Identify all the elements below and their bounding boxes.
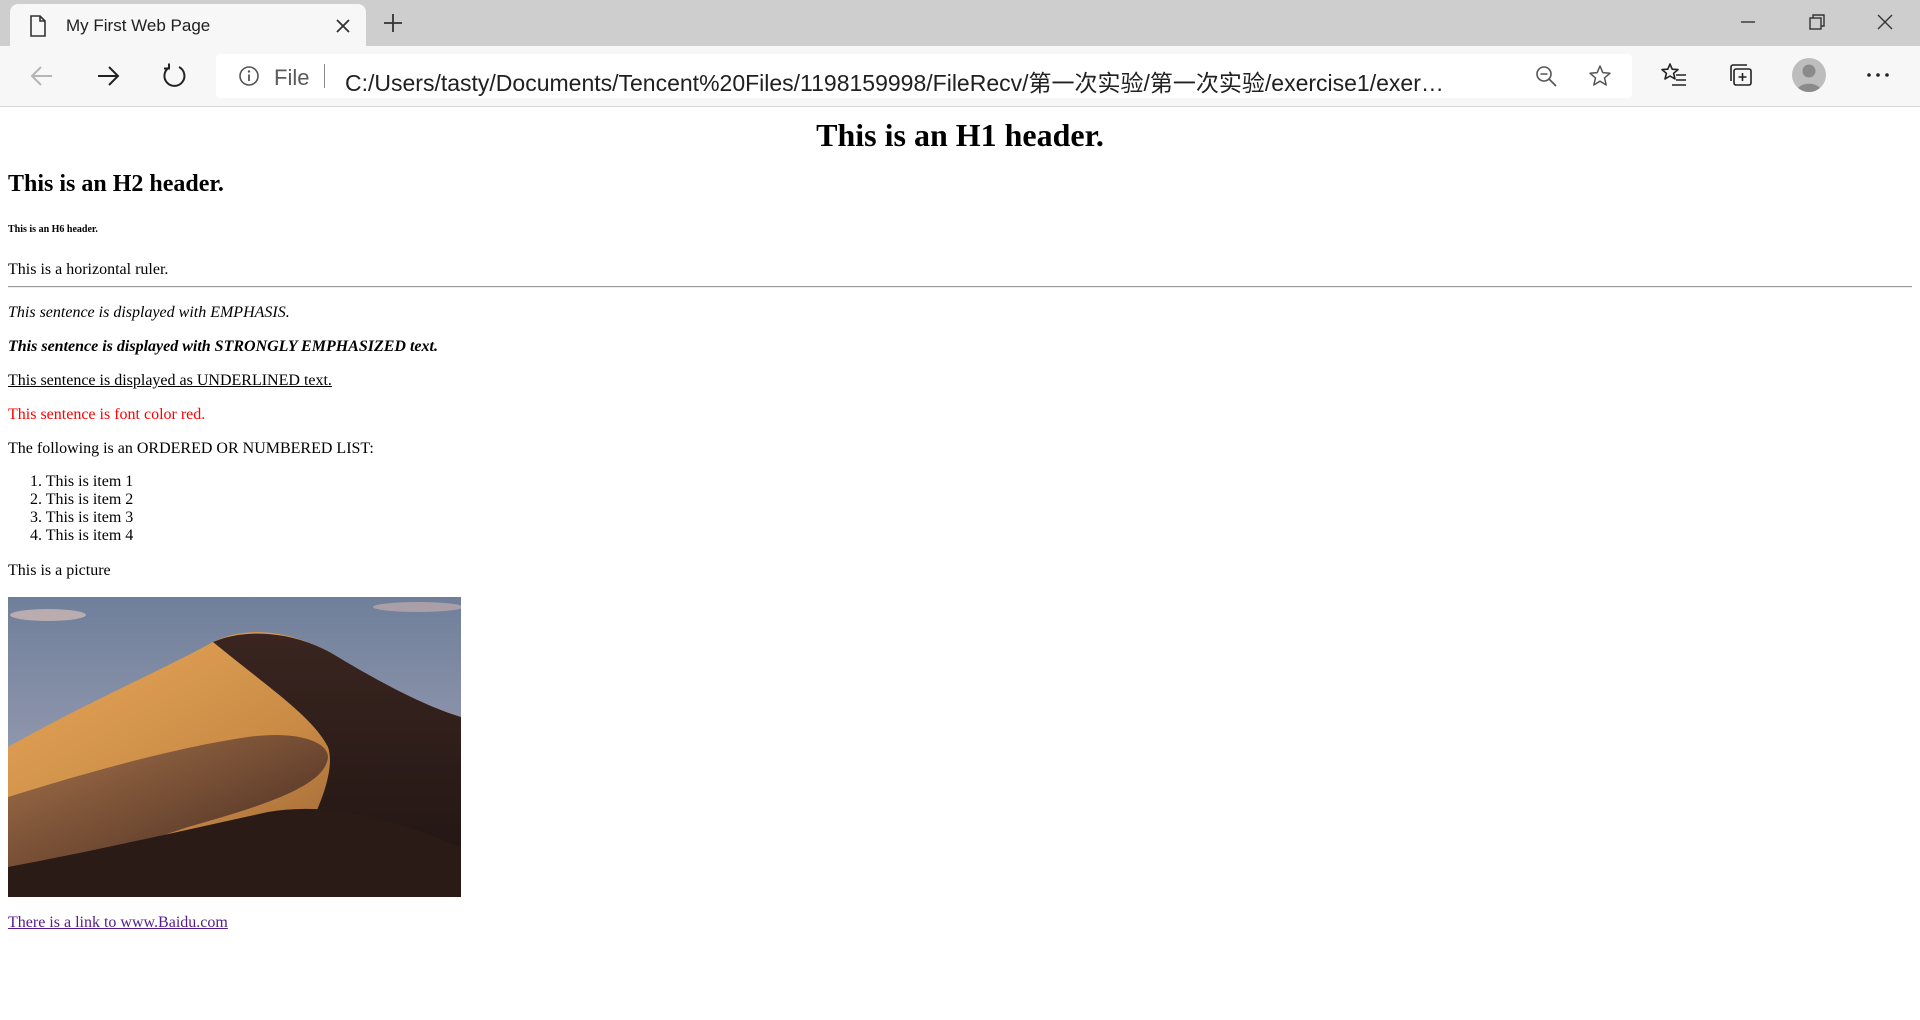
collections-icon[interactable] xyxy=(1727,61,1755,89)
address-bar[interactable]: File C:/Users/tasty/Documents/Tencent%20… xyxy=(216,54,1632,98)
window-close-icon[interactable] xyxy=(1873,10,1897,34)
minimize-icon[interactable] xyxy=(1736,10,1760,34)
plus-icon[interactable] xyxy=(382,12,404,34)
heading-h6: This is an H6 header. xyxy=(8,224,98,235)
tab-title: My First Web Page xyxy=(66,16,211,35)
browser-toolbar: File C:/Users/tasty/Documents/Tencent%20… xyxy=(0,46,1920,107)
tab-strip: My First Web Page xyxy=(0,0,1920,46)
zoom-out-icon[interactable] xyxy=(1534,64,1558,88)
back-arrow-icon[interactable] xyxy=(28,62,56,90)
profile-icon xyxy=(1796,64,1822,92)
desert-dune-image xyxy=(8,597,461,897)
list-item: 4. This is item 4 xyxy=(30,527,134,544)
list-intro: The following is an ORDERED OR NUMBERED … xyxy=(8,440,374,457)
forward-arrow-icon[interactable] xyxy=(94,62,122,90)
address-divider xyxy=(324,64,325,88)
list-item: 2. This is item 2 xyxy=(30,491,134,508)
close-icon[interactable] xyxy=(334,17,352,35)
heading-h2: This is an H2 header. xyxy=(8,171,224,197)
page-content: This is an H1 header. This is an H2 head… xyxy=(0,107,1920,1020)
favorites-list-icon[interactable] xyxy=(1660,61,1688,89)
restore-icon[interactable] xyxy=(1805,10,1829,34)
heading-h1: This is an H1 header. xyxy=(816,117,1104,153)
ruler-text: This is a horizontal ruler. xyxy=(8,261,169,278)
baidu-link[interactable]: There is a link to www.Baidu.com xyxy=(8,914,228,932)
info-icon[interactable] xyxy=(238,65,260,87)
list-item: 3. This is item 3 xyxy=(30,509,134,526)
ordered-list: 1. This is item 1 2. This is item 2 3. T… xyxy=(30,473,133,545)
strong-text: This sentence is displayed with STRONGLY… xyxy=(8,338,438,355)
page-icon xyxy=(30,15,46,37)
url-text[interactable]: C:/Users/tasty/Documents/Tencent%20Files… xyxy=(345,64,1445,98)
tab-active[interactable]: My First Web Page xyxy=(10,4,366,46)
avatar[interactable] xyxy=(1792,58,1826,92)
emphasis-text: This sentence is displayed with EMPHASIS… xyxy=(8,304,290,321)
picture-label: This is a picture xyxy=(8,562,111,579)
underlined-text: This sentence is displayed as UNDERLINED… xyxy=(8,372,332,389)
red-text: This sentence is font color red. xyxy=(8,406,206,423)
scheme-label: File xyxy=(274,65,310,90)
horizontal-rule xyxy=(8,286,1912,288)
more-icon[interactable] xyxy=(1864,61,1892,89)
list-item: 1. This is item 1 xyxy=(30,473,134,490)
star-icon[interactable] xyxy=(1588,64,1612,88)
refresh-icon[interactable] xyxy=(160,62,188,90)
